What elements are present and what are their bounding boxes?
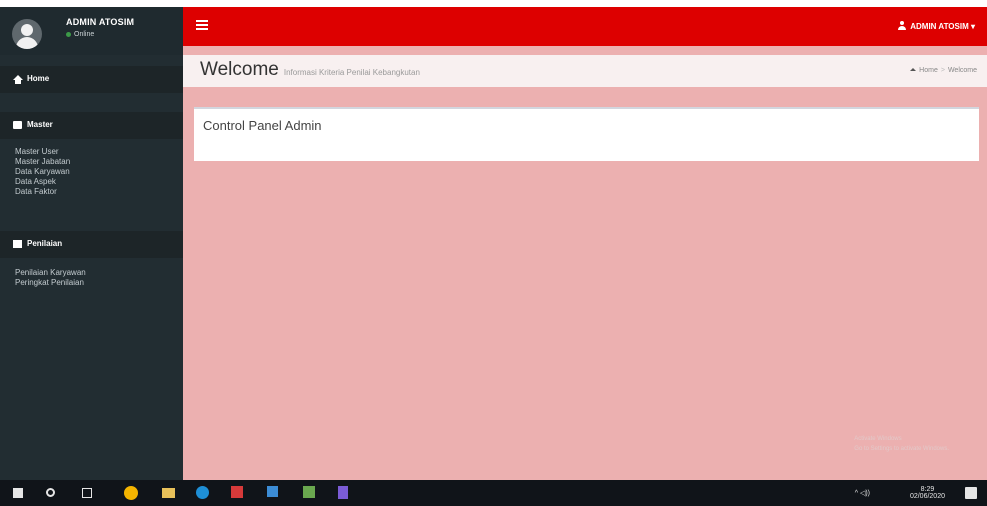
sidebar-item-penilaian[interactable]: Penilaian xyxy=(0,231,183,258)
status-label: Online xyxy=(74,31,95,38)
chart-icon xyxy=(13,240,22,248)
home-icon xyxy=(910,68,917,71)
edge-icon[interactable] xyxy=(196,486,209,499)
clock-time: 8:29 xyxy=(920,486,935,493)
user-avatar-icon xyxy=(12,19,42,49)
search-icon[interactable] xyxy=(46,488,55,497)
app-icon[interactable] xyxy=(303,486,315,498)
master-icon xyxy=(13,121,22,129)
notification-icon[interactable] xyxy=(965,487,977,499)
control-panel-box: Control Panel Admin xyxy=(194,107,979,161)
master-submenu: Master User Master Jabatan Data Karyawan… xyxy=(15,147,70,197)
sidebar-item-master-user[interactable]: Master User xyxy=(15,147,70,157)
content-header: Welcome Informasi Kriteria Penilai Kebang… xyxy=(183,55,987,87)
system-clock[interactable]: 8:29 02/06/2020 xyxy=(910,486,945,500)
top-navbar: ADMIN ATOSIM ▾ xyxy=(183,7,987,46)
user-panel: ADMIN ATOSIM Online xyxy=(0,7,183,55)
hamburger-icon[interactable] xyxy=(196,20,208,30)
task-view-icon[interactable] xyxy=(82,488,92,498)
sidebar-item-master-jabatan[interactable]: Master Jabatan xyxy=(15,157,70,167)
caret-down-icon: ▾ xyxy=(970,22,975,31)
admin-user-label: ADMIN ATOSIM xyxy=(910,22,969,31)
sidebar-item-penilaian-karyawan[interactable]: Penilaian Karyawan xyxy=(15,268,86,278)
user-icon xyxy=(898,21,907,30)
online-status-icon xyxy=(66,31,71,37)
editor-icon[interactable] xyxy=(338,486,348,499)
clock-date: 02/06/2020 xyxy=(909,493,945,500)
windows-start-icon[interactable] xyxy=(13,488,23,498)
windows-taskbar: ^ ◁)) 8:29 02/06/2020 xyxy=(0,480,987,506)
sidebar-item-data-aspek[interactable]: Data Aspek xyxy=(15,177,70,187)
browser-top-strip xyxy=(0,0,987,7)
app-icon[interactable] xyxy=(231,486,243,498)
watermark-line-2: Go to Settings to activate Windows. xyxy=(854,446,949,452)
sidebar-item-master[interactable]: Master xyxy=(0,112,183,139)
sidebar-item-data-faktor[interactable]: Data Faktor xyxy=(15,187,70,197)
breadcrumb-home[interactable]: Home xyxy=(919,67,938,74)
chrome-icon[interactable] xyxy=(124,486,138,500)
sidebar-user-status: Online xyxy=(66,31,94,38)
sidebar-item-master-label: Master xyxy=(27,120,53,129)
penilaian-submenu: Penilaian Karyawan Peringkat Penilaian xyxy=(15,268,86,288)
page-title: Welcome Informasi Kriteria Penilai Kebang… xyxy=(200,59,420,81)
sidebar-item-data-karyawan[interactable]: Data Karyawan xyxy=(15,167,70,177)
sidebar-item-home[interactable]: Home xyxy=(0,66,183,93)
breadcrumb-separator: > xyxy=(940,67,945,74)
page-title-text: Welcome xyxy=(200,59,279,80)
home-icon xyxy=(13,75,23,84)
sidebar-item-peringkat-penilaian[interactable]: Peringkat Penilaian xyxy=(15,278,86,288)
breadcrumb-current: Welcome xyxy=(947,67,977,74)
main-content: Welcome Informasi Kriteria Penilai Kebang… xyxy=(183,46,987,480)
admin-user-menu[interactable]: ADMIN ATOSIM ▾ xyxy=(898,21,975,31)
sidebar-item-home-label: Home xyxy=(27,74,50,83)
panel-title: Control Panel Admin xyxy=(203,118,322,133)
sidebar-user-name: ADMIN ATOSIM xyxy=(66,17,135,27)
system-tray-icons[interactable]: ^ ◁)) xyxy=(855,489,870,497)
breadcrumb: Home > Welcome xyxy=(910,67,977,74)
sidebar: ADMIN ATOSIM Online Home Master Master U… xyxy=(0,7,183,480)
store-icon[interactable] xyxy=(267,486,278,497)
sidebar-item-penilaian-label: Penilaian xyxy=(27,239,63,248)
file-explorer-icon[interactable] xyxy=(162,488,175,498)
watermark-line-1: Activate Windows xyxy=(854,436,902,442)
page-subtitle: Informasi Kriteria Penilai Kebangkutan xyxy=(283,68,420,77)
windows-activation-watermark: Activate Windows Go to Settings to activ… xyxy=(854,434,949,454)
